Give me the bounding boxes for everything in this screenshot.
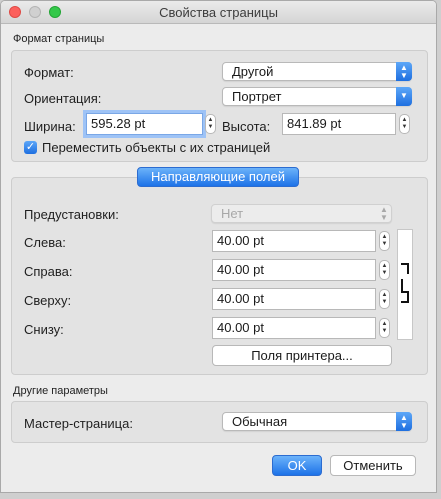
cancel-button[interactable]: Отменить (330, 455, 416, 476)
format-label: Формат: (24, 65, 74, 80)
master-page-popup[interactable]: Обычная ▲ ▼ (222, 412, 412, 431)
orientation-popup-value: Портрет (232, 89, 282, 104)
bottom-margin-label: Снизу: (24, 322, 64, 337)
presets-popup[interactable]: Нет ▲ ▼ (211, 204, 392, 223)
presets-label: Предустановки: (24, 207, 119, 222)
top-margin-stepper[interactable]: ▲ ▼ (379, 289, 390, 309)
master-page-popup-value: Обычная (232, 414, 288, 429)
window-title: Свойства страницы (159, 5, 278, 20)
right-margin-label: Справа: (24, 264, 73, 279)
bottom-margin-field[interactable]: 40.00 pt (212, 317, 376, 339)
format-popup-value: Другой (232, 64, 274, 79)
right-margin-field[interactable]: 40.00 pt (212, 259, 376, 281)
height-stepper[interactable]: ▲ ▼ (399, 114, 410, 134)
link-margins-button[interactable] (397, 229, 413, 340)
page-properties-dialog: Свойства страницы Формат страницы Формат… (0, 0, 437, 493)
updown-chevron-icon: ▲ ▼ (396, 62, 412, 81)
orientation-label: Ориентация: (24, 91, 102, 106)
top-margin-field[interactable]: 40.00 pt (212, 288, 376, 310)
left-margin-stepper[interactable]: ▲ ▼ (379, 231, 390, 251)
tab-margin-guides[interactable]: Направляющие полей (137, 167, 299, 187)
width-stepper[interactable]: ▲ ▼ (205, 114, 216, 134)
left-margin-field[interactable]: 40.00 pt (212, 230, 376, 252)
bottom-margin-stepper[interactable]: ▲ ▼ (379, 318, 390, 338)
format-popup[interactable]: Другой ▲ ▼ (222, 62, 412, 81)
master-page-label: Мастер-страница: (24, 416, 133, 431)
height-field[interactable]: 841.89 pt (282, 113, 396, 135)
width-label: Ширина: (24, 119, 76, 134)
left-margin-label: Слева: (24, 235, 66, 250)
page-format-section-label: Формат страницы (13, 33, 105, 45)
chevron-down-icon: ▼ (396, 87, 412, 106)
title-bar: Свойства страницы (1, 1, 436, 24)
checkmark-icon: ✓ (25, 141, 36, 153)
presets-popup-value: Нет (221, 206, 244, 221)
height-label: Высота: (222, 119, 271, 134)
width-field[interactable]: 595.28 pt (86, 113, 203, 135)
updown-chevron-icon: ▲ ▼ (396, 412, 412, 431)
other-params-section-label: Другие параметры (13, 385, 108, 397)
move-objects-checkbox[interactable]: ✓ (24, 141, 37, 154)
right-margin-stepper[interactable]: ▲ ▼ (379, 260, 390, 280)
updown-chevron-icon: ▲ ▼ (380, 205, 388, 222)
orientation-popup[interactable]: Портрет ▼ (222, 87, 412, 106)
top-margin-label: Сверху: (24, 293, 72, 308)
move-objects-label: Переместить объекты с их страницей (42, 140, 271, 155)
printer-margins-button[interactable]: Поля принтера... (212, 345, 392, 366)
ok-button[interactable]: OK (272, 455, 322, 476)
